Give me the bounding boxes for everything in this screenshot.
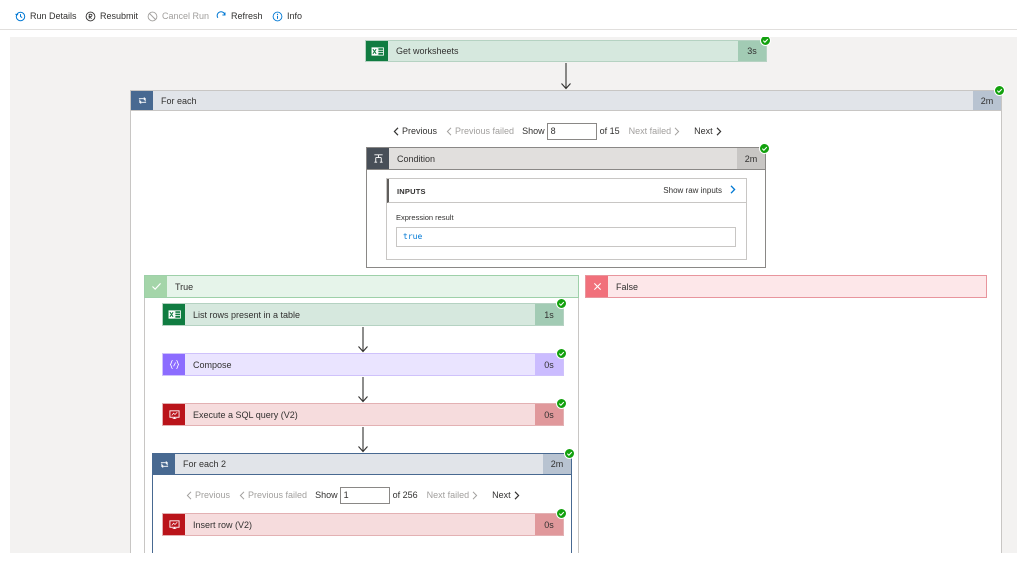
refresh-button[interactable]: Refresh (216, 9, 263, 23)
previous-failed-button[interactable]: Previous failed (248, 490, 307, 500)
inputs-header: INPUTS Show raw inputs (387, 179, 746, 203)
insert-row-card[interactable]: Insert row (V2) 0s (162, 513, 564, 536)
iteration-total: of 15 (599, 126, 620, 136)
previous-button[interactable]: Previous (195, 490, 230, 500)
success-check-icon (556, 348, 567, 359)
success-check-icon (556, 398, 567, 409)
condition-header[interactable]: Condition 2m (366, 147, 766, 170)
flow-arrow (357, 327, 369, 353)
cancel-run-button[interactable]: Cancel Run (147, 9, 209, 23)
loop-icon (131, 91, 153, 110)
run-details-button[interactable]: Run Details (15, 9, 77, 23)
next-failed-button[interactable]: Next failed (427, 490, 470, 500)
true-branch-header[interactable]: True (144, 275, 579, 298)
cancel-icon (147, 11, 158, 22)
flow-arrow (357, 377, 369, 403)
false-branch-label: False (616, 281, 639, 292)
list-rows-card[interactable]: List rows present in a table 1s (162, 303, 564, 326)
expression-result-label: Expression result (396, 213, 454, 222)
run-details-label: Run Details (30, 11, 77, 21)
iteration-input[interactable]: 8 (546, 122, 597, 140)
success-check-icon (994, 85, 1005, 96)
condition-icon (367, 148, 389, 169)
show-label: Show (315, 490, 338, 500)
for-each-2-header[interactable]: For each 2 2m (152, 453, 572, 475)
designer-canvas: Get worksheets 3s For each 2m Previous P… (10, 37, 1017, 553)
insert-row-title: Insert row (V2) (193, 519, 253, 530)
previous-failed-button[interactable]: Previous failed (455, 126, 514, 136)
flow-arrow (357, 427, 369, 453)
inputs-panel: INPUTS Show raw inputs Expression result… (386, 178, 747, 260)
next-button[interactable]: Next (492, 490, 511, 500)
success-check-icon (556, 298, 567, 309)
chevron-right-icon (471, 490, 479, 500)
iteration-total: of 256 (392, 490, 418, 500)
refresh-icon (216, 10, 227, 22)
compose-icon (163, 354, 185, 375)
next-failed-button[interactable]: Next failed (629, 126, 672, 136)
success-check-icon (760, 37, 771, 46)
resubmit-label: Resubmit (100, 11, 139, 21)
chevron-right-icon[interactable] (729, 185, 737, 194)
for-each-2-title: For each 2 (183, 459, 227, 469)
cancel-run-label: Cancel Run (162, 11, 210, 21)
dismiss-icon (586, 276, 608, 297)
checkmark-icon (145, 276, 167, 297)
previous-button[interactable]: Previous (402, 126, 437, 136)
for-each-pager: Previous Previous failed Show 8 of 15 Ne… (392, 122, 723, 140)
chevron-left-icon (392, 126, 400, 136)
show-raw-inputs-link[interactable]: Show raw inputs (663, 186, 722, 195)
false-branch-header[interactable]: False (585, 275, 987, 298)
flow-arrow (560, 63, 572, 90)
excel-icon (163, 304, 185, 325)
info-icon (272, 11, 283, 22)
chevron-right-icon (673, 126, 681, 136)
success-check-icon (556, 508, 567, 519)
chevron-left-icon (445, 126, 453, 136)
for-each-2-pager: Previous Previous failed Show 1 of 256 N… (185, 486, 521, 504)
list-rows-title: List rows present in a table (193, 309, 301, 320)
inputs-label: INPUTS (397, 187, 426, 196)
next-button[interactable]: Next (694, 126, 713, 136)
get-worksheets-title: Get worksheets (396, 46, 459, 56)
resubmit-button[interactable]: Resubmit (85, 9, 138, 23)
for-each-title: For each (161, 95, 197, 106)
sql-query-card[interactable]: Execute a SQL query (V2) 0s (162, 403, 564, 426)
resubmit-icon (85, 11, 96, 22)
loop-icon (153, 454, 175, 474)
iteration-input[interactable]: 1 (339, 486, 390, 504)
condition-title: Condition (397, 153, 436, 164)
chevron-right-icon (715, 126, 723, 136)
expression-result-text: true (403, 232, 423, 241)
compose-title: Compose (193, 359, 232, 370)
info-button[interactable]: Info (272, 9, 302, 23)
success-check-icon (564, 448, 575, 459)
refresh-label: Refresh (231, 11, 263, 21)
expression-result-value: true (396, 227, 736, 247)
history-icon (15, 11, 26, 22)
sql-query-title: Execute a SQL query (V2) (193, 409, 298, 420)
chevron-left-icon (238, 490, 246, 500)
compose-card[interactable]: Compose 0s (162, 353, 564, 376)
chevron-right-icon (513, 490, 521, 500)
show-label: Show (522, 126, 545, 136)
chevron-left-icon (185, 490, 193, 500)
sql-server-icon (163, 404, 185, 425)
for-each-header[interactable]: For each 2m (130, 90, 1002, 111)
success-check-icon (759, 143, 770, 154)
excel-icon (366, 41, 388, 61)
info-label: Info (287, 11, 303, 21)
true-branch-label: True (175, 281, 194, 292)
run-toolbar: Run Details Resubmit Cancel Run Refresh … (0, 0, 1017, 30)
get-worksheets-card[interactable]: Get worksheets 3s (365, 40, 767, 62)
sql-server-icon (163, 514, 185, 535)
